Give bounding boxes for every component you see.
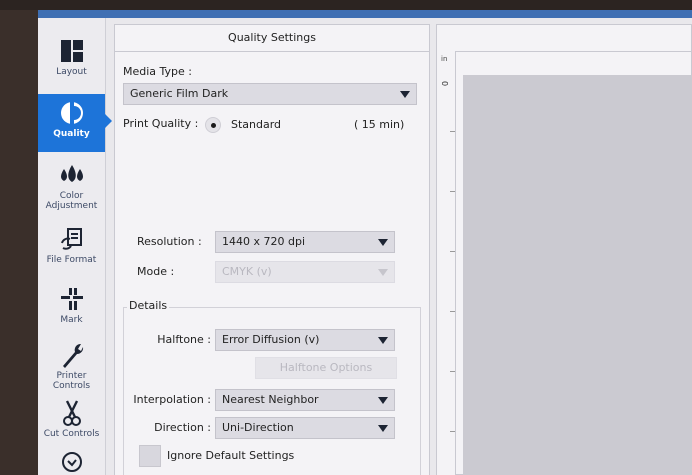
sidebar-item-label: Quality bbox=[53, 129, 90, 139]
ignore-defaults-label: Ignore Default Settings bbox=[167, 449, 295, 462]
media-type-dropdown[interactable]: Generic Film Dark bbox=[123, 83, 417, 105]
ignore-defaults-checkbox[interactable] bbox=[139, 445, 161, 467]
print-preview-canvas[interactable] bbox=[463, 75, 692, 475]
droplets-icon bbox=[58, 161, 86, 189]
print-quality-option: Standard bbox=[231, 118, 282, 131]
chevron-down-icon bbox=[378, 337, 388, 344]
resolution-label: Resolution : bbox=[137, 235, 202, 248]
ruler-unit: in bbox=[441, 55, 448, 63]
preview-header bbox=[437, 25, 692, 52]
ruler-tick bbox=[450, 191, 455, 192]
mode-dropdown[interactable]: CMYK (v) bbox=[215, 261, 395, 283]
sidebar-item-history[interactable] bbox=[38, 450, 105, 474]
sidebar-item-cut-controls[interactable]: Cut Controls bbox=[38, 394, 105, 456]
sidebar: Layout Quality Color Adjustment File For… bbox=[38, 18, 106, 475]
chevron-down-icon bbox=[378, 397, 388, 404]
quality-icon bbox=[58, 99, 86, 127]
chevron-down-icon bbox=[400, 91, 410, 98]
clock-icon bbox=[58, 450, 86, 474]
sidebar-item-quality[interactable]: Quality bbox=[38, 94, 105, 152]
sidebar-item-label: Mark bbox=[60, 315, 83, 325]
panel-title: Quality Settings bbox=[115, 25, 429, 52]
ruler-tick bbox=[450, 431, 455, 432]
crop-mark-icon bbox=[58, 285, 86, 313]
halftone-options-button[interactable]: Halftone Options bbox=[255, 357, 397, 379]
sidebar-item-color-adjustment[interactable]: Color Adjustment bbox=[38, 156, 105, 218]
sidebar-item-mark[interactable]: Mark bbox=[38, 280, 105, 338]
details-label: Details bbox=[127, 299, 170, 312]
print-quality-label: Print Quality : bbox=[123, 117, 199, 130]
layout-icon bbox=[58, 37, 86, 65]
sidebar-item-layout[interactable]: Layout bbox=[38, 32, 105, 90]
ruler-tick bbox=[450, 251, 455, 252]
resolution-value: 1440 x 720 dpi bbox=[222, 235, 306, 248]
media-type-value: Generic Film Dark bbox=[130, 87, 229, 100]
preview-pane: in 0 bbox=[436, 24, 692, 475]
sidebar-item-label: Layout bbox=[56, 67, 87, 77]
direction-value: Uni-Direction bbox=[222, 421, 294, 434]
interpolation-label: Interpolation : bbox=[133, 393, 211, 406]
sidebar-item-file-format[interactable]: File Format bbox=[38, 220, 105, 278]
sidebar-item-label: Printer Controls bbox=[52, 371, 91, 391]
quality-settings-panel: Quality Settings Media Type : Generic Fi… bbox=[114, 24, 430, 475]
print-quality-time: ( 15 min) bbox=[354, 118, 405, 131]
interpolation-value: Nearest Neighbor bbox=[222, 393, 319, 406]
chevron-down-icon bbox=[378, 269, 388, 276]
application-window: Layout Quality Color Adjustment File For… bbox=[38, 10, 692, 475]
ruler-tick bbox=[450, 131, 455, 132]
halftone-value: Error Diffusion (v) bbox=[222, 333, 320, 346]
resolution-dropdown[interactable]: 1440 x 720 dpi bbox=[215, 231, 395, 253]
halftone-dropdown[interactable]: Error Diffusion (v) bbox=[215, 329, 395, 351]
ruler-zero-mark: 0 bbox=[440, 80, 450, 87]
media-type-label: Media Type : bbox=[123, 65, 193, 78]
active-item-pointer bbox=[105, 114, 112, 128]
wrench-icon bbox=[58, 341, 86, 369]
sidebar-item-printer-controls[interactable]: Printer Controls bbox=[38, 336, 105, 398]
monitor-bezel bbox=[0, 0, 692, 10]
chevron-down-icon bbox=[378, 239, 388, 246]
direction-dropdown[interactable]: Uni-Direction bbox=[215, 417, 395, 439]
interpolation-dropdown[interactable]: Nearest Neighbor bbox=[215, 389, 395, 411]
halftone-label: Halftone : bbox=[157, 333, 211, 346]
ruler-tick bbox=[450, 311, 455, 312]
sidebar-item-label: File Format bbox=[46, 255, 97, 265]
scissors-icon bbox=[58, 399, 86, 427]
window-title-strip bbox=[38, 10, 692, 18]
direction-label: Direction : bbox=[154, 421, 211, 434]
sidebar-item-label: Cut Controls bbox=[43, 429, 100, 439]
standard-quality-radio[interactable] bbox=[205, 117, 221, 133]
chevron-down-icon bbox=[378, 425, 388, 432]
file-format-icon bbox=[58, 225, 86, 253]
sidebar-item-label: Color Adjustment bbox=[45, 191, 98, 211]
ruler-tick bbox=[450, 371, 455, 372]
vertical-ruler: in 0 bbox=[437, 51, 456, 475]
mode-value: CMYK (v) bbox=[222, 265, 272, 278]
mode-label: Mode : bbox=[137, 265, 175, 278]
